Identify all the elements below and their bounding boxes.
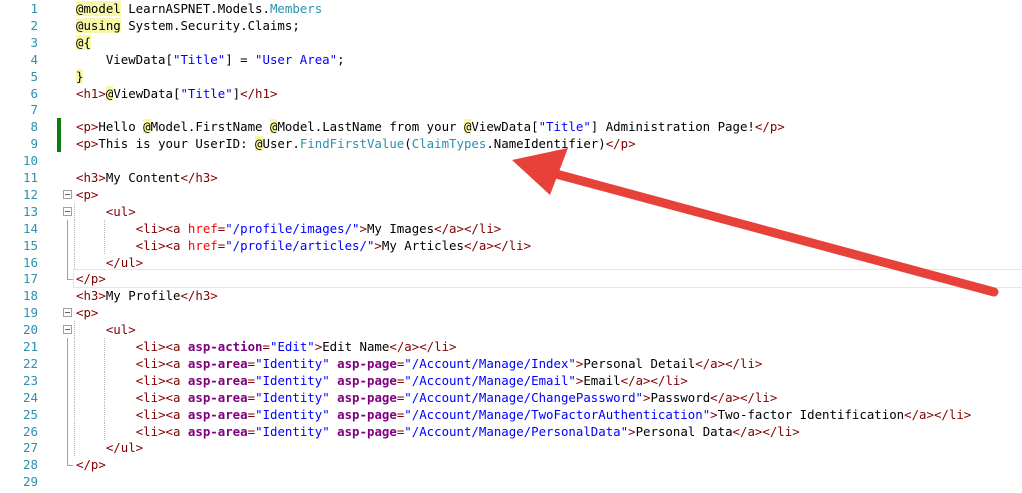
annotation-arrow-icon bbox=[512, 148, 999, 297]
annotation-arrow-shaft bbox=[540, 166, 999, 297]
